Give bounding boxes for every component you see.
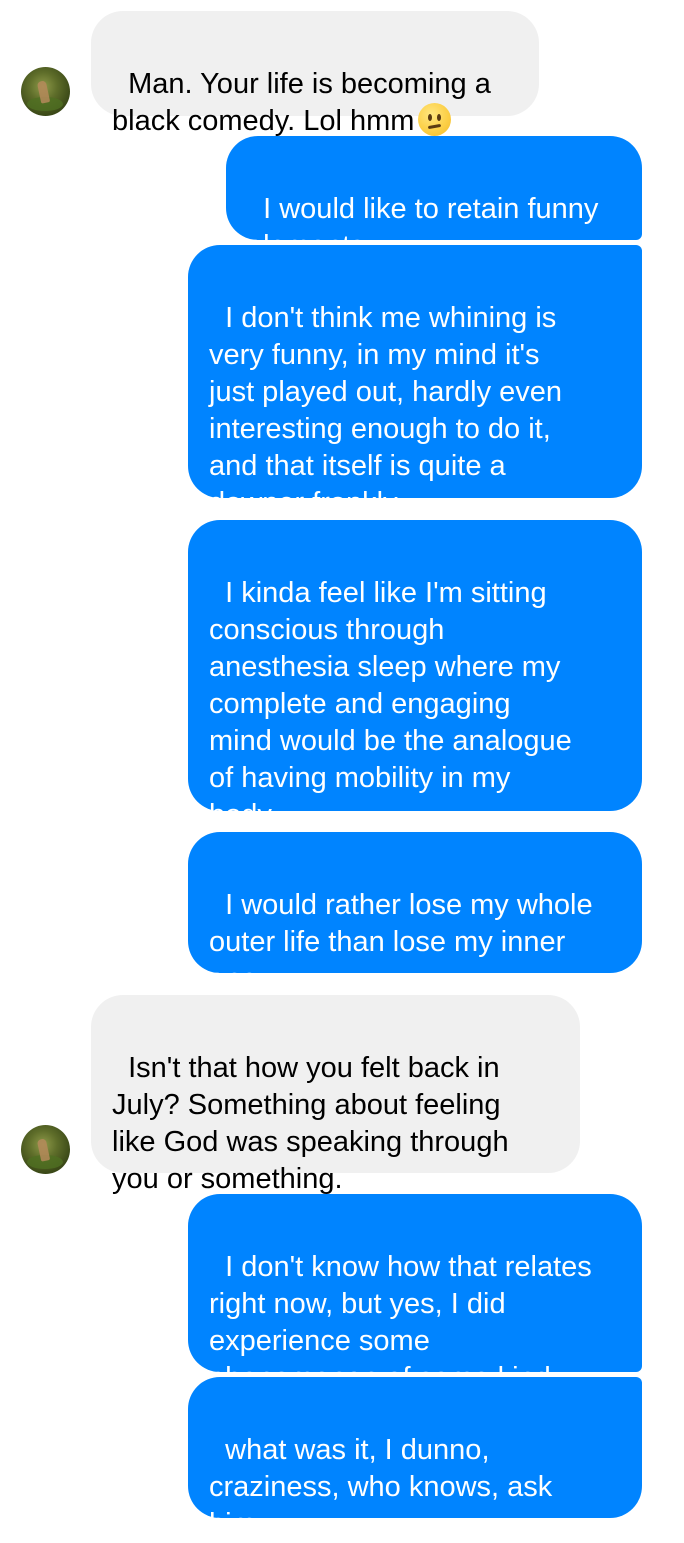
message-text: I kinda feel like I'm sitting conscious …: [209, 577, 572, 831]
message-bubble-outgoing[interactable]: I don't think me whining is very funny, …: [188, 245, 642, 519]
contact-avatar-icon[interactable]: [21, 1125, 70, 1174]
message-text: what was it, I dunno, craziness, who kno…: [209, 1434, 553, 1540]
message-bubble-outgoing[interactable]: what was it, I dunno, craziness, who kno…: [188, 1377, 642, 1540]
confused-face-emoji-icon: [418, 103, 452, 136]
message-text: I don't think me whining is very funny, …: [209, 302, 563, 519]
message-text: I would rather lose my whole outer life …: [209, 889, 593, 995]
message-bubble-outgoing[interactable]: I would rather lose my whole outer life …: [188, 832, 642, 995]
message-text: Isn't that how you felt back in July? So…: [112, 1052, 509, 1195]
message-bubble-outgoing[interactable]: I don't know how that relates right now,…: [188, 1194, 642, 1394]
message-bubble-incoming[interactable]: Isn't that how you felt back in July? So…: [91, 995, 580, 1195]
message-bubble-outgoing[interactable]: I would like to retain funny elements: [226, 136, 642, 262]
message-bubble-incoming[interactable]: Man. Your life is becoming a black comed…: [91, 11, 539, 137]
message-text: I don't know how that relates right now,…: [209, 1251, 592, 1394]
message-bubble-outgoing[interactable]: I kinda feel like I'm sitting conscious …: [188, 520, 642, 831]
contact-avatar-icon[interactable]: [21, 67, 70, 116]
